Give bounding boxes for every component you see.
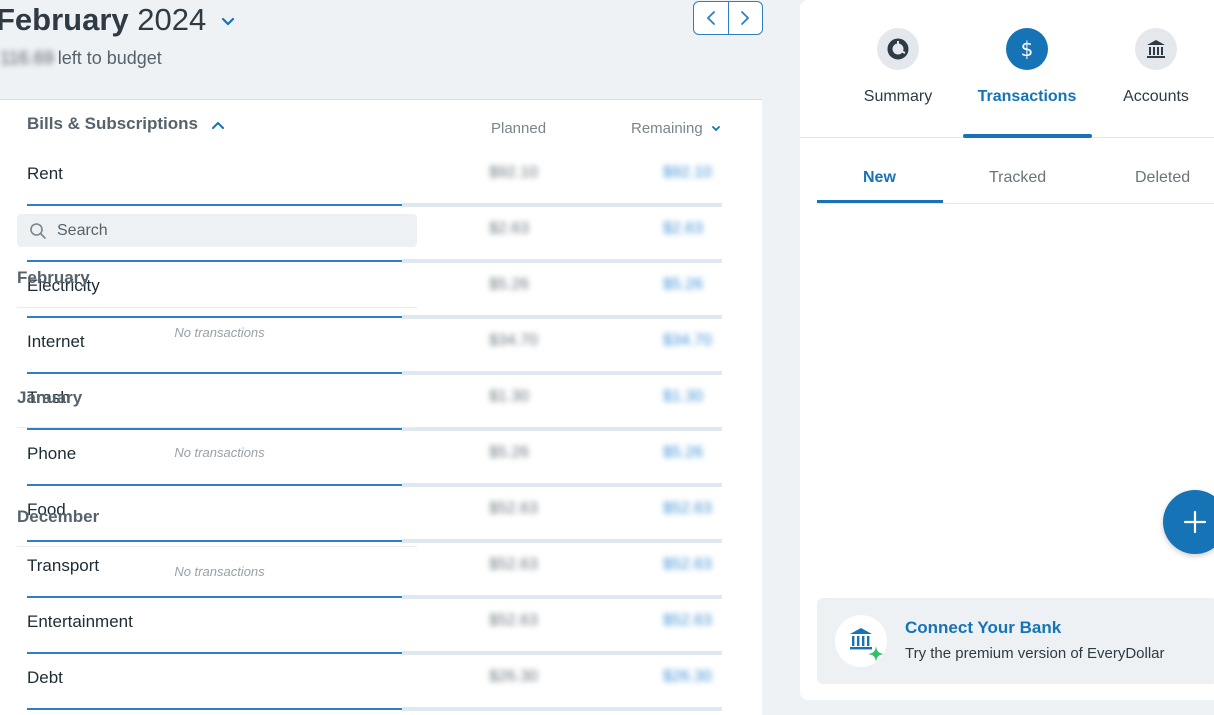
row-planned-amount[interactable]: $52.63 [489, 500, 549, 518]
connect-bank-title: Connect Your Bank [905, 618, 1062, 637]
month-heading: February [17, 268, 417, 308]
summary-chart-icon [877, 28, 919, 70]
empty-state: No transactions [174, 564, 265, 579]
row-name: Entertainment [27, 612, 133, 631]
month-section-december: December No transactions [17, 507, 417, 579]
transactions-panel: Summary $ Transactions Accounts New Trac… [800, 0, 1214, 700]
budget-row[interactable]: Rent $92.10 $92.10 [27, 150, 722, 207]
subtab-active-indicator [817, 200, 943, 203]
empty-state: No transactions [174, 445, 265, 460]
nav-summary-label: Summary [863, 88, 933, 105]
row-remaining-amount: $34.70 [663, 332, 712, 349]
row-remaining-amount: $52.63 [663, 612, 712, 629]
row-remaining-amount: $52.63 [663, 500, 712, 517]
chevron-down-icon [221, 17, 234, 26]
row-planned-amount[interactable]: $92.10 [489, 164, 549, 182]
row-name: Debt [27, 668, 63, 687]
row-name: Rent [27, 164, 63, 183]
plus-icon [1183, 510, 1207, 534]
remaining-column-header[interactable]: Remaining [631, 120, 721, 137]
left-amount: 116.69 [0, 48, 54, 68]
budget-area: February 2024 116.69 left to budget Bills… [0, 0, 780, 715]
row-planned-amount[interactable]: $1.30 [489, 388, 549, 406]
row-planned-amount[interactable]: $5.26 [489, 276, 549, 294]
row-remaining-amount: $5.26 [663, 444, 704, 461]
planned-column-header: Planned [491, 120, 547, 137]
nav-summary[interactable]: Summary [833, 28, 963, 106]
row-remaining-amount: $5.26 [663, 276, 704, 293]
connect-bank-card[interactable]: Connect Your Bank Try the premium versio… [817, 598, 1214, 684]
row-planned-amount[interactable]: $34.70 [489, 332, 549, 350]
connect-bank-subtitle: Try the premium version of EveryDollar [905, 645, 1165, 662]
tab-deleted[interactable]: Deleted [1135, 169, 1190, 187]
empty-state: No transactions [174, 325, 265, 340]
search-field[interactable] [17, 214, 417, 247]
prev-month-button[interactable] [694, 2, 728, 34]
panel-nav: Summary $ Transactions Accounts [800, 0, 1214, 138]
row-remaining-amount: $1.30 [663, 388, 704, 405]
row-planned-amount[interactable]: $26.30 [489, 668, 549, 686]
row-remaining-amount: $2.63 [663, 220, 704, 237]
transaction-subtabs: New Tracked Deleted [817, 156, 1214, 204]
nav-transactions[interactable]: $ Transactions [962, 28, 1092, 106]
bank-icon [1135, 28, 1177, 70]
row-planned-amount[interactable]: $2.63 [489, 220, 549, 238]
dollar-icon: $ [1006, 28, 1048, 70]
row-remaining-amount: $92.10 [663, 164, 712, 181]
search-input[interactable] [57, 221, 357, 240]
month-section-february: February No transactions [17, 268, 417, 340]
row-planned-amount[interactable]: $52.63 [489, 556, 549, 574]
next-month-button[interactable] [727, 2, 763, 34]
year: 2024 [137, 2, 207, 37]
row-remaining-amount: $52.63 [663, 556, 712, 573]
nav-accounts[interactable]: Accounts [1091, 28, 1214, 106]
tab-tracked[interactable]: Tracked [989, 169, 1046, 187]
month-heading: January [17, 388, 417, 428]
svg-text:$: $ [1021, 37, 1034, 61]
chevron-up-icon [211, 121, 224, 129]
sparkle-icon [868, 646, 884, 662]
group-title-toggle[interactable]: Bills & Subscriptions [27, 114, 225, 134]
search-icon [30, 222, 46, 239]
left-to-budget: 116.69 left to budget [0, 48, 162, 69]
left-label: left to budget [57, 48, 162, 68]
budget-row[interactable]: Entertainment $52.63 $52.63 [27, 598, 722, 655]
chevron-down-icon [711, 126, 720, 132]
remaining-column-label: Remaining [631, 120, 703, 137]
month-section-january: January No transactions [17, 388, 417, 460]
row-planned-amount[interactable]: $5.26 [489, 444, 549, 462]
budget-row[interactable]: Debt $26.30 $26.30 [27, 654, 722, 711]
tab-new[interactable]: New [863, 169, 896, 187]
nav-accounts-label: Accounts [1123, 88, 1189, 105]
row-progress-track [402, 707, 722, 711]
group-header: Bills & Subscriptions Planned Remaining [27, 114, 727, 144]
chevron-left-icon [706, 11, 715, 25]
row-progress-line [27, 708, 402, 710]
group-title: Bills & Subscriptions [27, 114, 198, 133]
nav-transactions-label: Transactions [977, 88, 1077, 105]
month-selector[interactable]: February 2024 [0, 2, 235, 38]
row-remaining-amount: $26.30 [663, 668, 712, 685]
chevron-right-icon [741, 11, 750, 25]
month-heading: December [17, 507, 417, 547]
nav-active-indicator [963, 134, 1092, 138]
month-name: February [0, 2, 129, 37]
month-pager [693, 1, 763, 35]
row-planned-amount[interactable]: $52.63 [489, 612, 549, 630]
